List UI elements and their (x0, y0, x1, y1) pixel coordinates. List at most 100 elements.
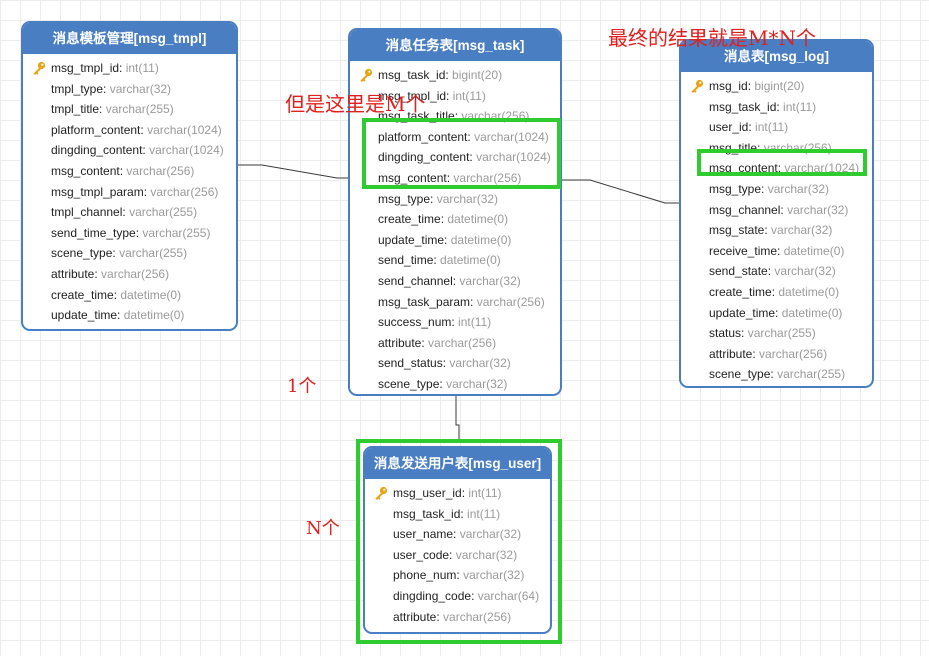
field-row[interactable]: receive_time: datetime(0) (709, 241, 872, 262)
field-row[interactable]: update_time: datetime(0) (378, 230, 560, 251)
relation-line-task-log (562, 179, 680, 204)
field-row[interactable]: scene_type: varchar(32) (378, 374, 560, 394)
field-separator: : (99, 102, 106, 117)
field-row[interactable]: send_time: datetime(0) (378, 250, 560, 271)
field-row[interactable]: attribute: varchar(256) (378, 333, 560, 354)
field-row[interactable]: platform_content: varchar(1024) (51, 120, 236, 141)
field-row[interactable]: msg_type: varchar(32) (709, 179, 872, 200)
field-type: varchar(256) (150, 184, 219, 199)
field-name: msg_state (709, 223, 765, 238)
field-row[interactable]: msg_type: varchar(32) (378, 189, 560, 210)
field-separator: : (470, 294, 477, 309)
field-type: int(11) (783, 99, 817, 114)
field-row[interactable]: scene_type: varchar(255) (51, 243, 236, 264)
field-name: scene_type (378, 376, 440, 391)
field-type: varchar(256) (101, 266, 170, 281)
field-separator: : (444, 232, 451, 247)
annotation-n-count: N个 (306, 518, 340, 539)
highlight-msg-user-table (356, 439, 562, 644)
field-name: msg_task_id (378, 68, 446, 82)
field-row[interactable]: tmpl_title: varchar(255) (51, 99, 236, 120)
field-row[interactable]: success_num: int(11) (378, 312, 560, 333)
field-row[interactable]: msg_task_param: varchar(256) (378, 292, 560, 313)
field-type: varchar(256) (759, 346, 828, 361)
field-row[interactable]: attribute: varchar(256) (709, 344, 872, 365)
field-row[interactable]: send_status: varchar(32) (378, 353, 560, 374)
field-name: msg_tmpl_id (51, 61, 120, 75)
field-name: send_time (378, 253, 434, 268)
field-name: msg_channel (709, 202, 781, 217)
field-type: int(11) (755, 120, 789, 135)
field-row[interactable]: msg_content: varchar(256) (51, 161, 236, 182)
field-name: update_time (51, 308, 118, 323)
field-type: bigint(20) (452, 68, 503, 82)
field-row[interactable]: msg_task_id: int(11) (709, 97, 872, 118)
field-separator: : (775, 305, 782, 320)
field-name: msg_task_param (378, 294, 471, 309)
primary-key-icon (691, 79, 704, 93)
table-msg-log[interactable]: 消息表[msg_log] msg_id: bigint(20) msg_task_… (679, 39, 874, 388)
field-type: varchar(32) (787, 202, 849, 217)
field-type: datetime(0) (783, 243, 845, 258)
field-name: platform_content (51, 122, 141, 137)
field-name: create_time (378, 212, 441, 227)
relation-line-tmpl-task (238, 164, 350, 179)
field-name: update_time (378, 232, 445, 247)
field-row[interactable]: msg_tmpl_param: varchar(256) (51, 182, 236, 203)
field-type: varchar(255) (119, 246, 188, 261)
field-row[interactable]: create_time: datetime(0) (51, 285, 236, 306)
field-row[interactable]: msg_task_id: bigint(20) (360, 65, 560, 86)
field-name: create_time (51, 287, 114, 302)
field-type: varchar(32) (771, 223, 833, 238)
field-separator: : (777, 243, 784, 258)
field-type: varchar(255) (105, 102, 174, 117)
field-name: update_time (709, 305, 776, 320)
field-name: msg_task_id (709, 99, 777, 114)
field-row[interactable]: send_state: varchar(32) (709, 261, 872, 282)
field-row[interactable]: scene_type: varchar(255) (709, 364, 872, 385)
field-row[interactable]: send_time_type: varchar(255) (51, 223, 236, 244)
field-name: send_time_type (51, 225, 136, 240)
field-row[interactable]: update_time: datetime(0) (709, 303, 872, 324)
field-name: scene_type (51, 246, 113, 261)
field-row[interactable]: tmpl_channel: varchar(255) (51, 202, 236, 223)
field-row[interactable]: msg_state: varchar(32) (709, 220, 872, 241)
annotation-result: 最终的结果就是M*N个 (608, 26, 816, 50)
field-list: msg_tmpl_id: int(11) tmpl_type: varchar(3… (23, 54, 236, 326)
field-row[interactable]: update_time: datetime(0) (51, 305, 236, 326)
table-msg-tmpl[interactable]: 消息模板管理[msg_tmpl] msg_tmpl_id: int(11) tmp… (21, 21, 238, 331)
field-type: datetime(0) (120, 287, 182, 302)
field-name: msg_tmpl_param (51, 184, 144, 199)
field-row[interactable]: msg_id: bigint(20) (691, 76, 872, 97)
field-type: varchar(255) (129, 205, 198, 220)
table-title: 消息模板管理[msg_tmpl] (23, 23, 236, 54)
field-separator: : (119, 61, 126, 75)
field-row[interactable]: tmpl_type: varchar(32) (51, 79, 236, 100)
table-title: 消息任务表[msg_task] (350, 30, 560, 61)
field-row[interactable]: attribute: varchar(256) (51, 264, 236, 285)
field-type: int(11) (458, 315, 492, 330)
field-type: datetime(0) (123, 308, 185, 323)
field-type: varchar(1024) (147, 122, 222, 137)
field-type: int(11) (452, 88, 486, 103)
field-type: varchar(1024) (149, 143, 224, 158)
field-type: bigint(20) (754, 79, 805, 93)
field-name: tmpl_type (51, 81, 104, 96)
field-name: send_status (378, 356, 443, 371)
field-type: varchar(256) (476, 294, 545, 309)
field-separator: : (741, 326, 748, 341)
field-row[interactable]: user_id: int(11) (709, 117, 872, 138)
field-row[interactable]: status: varchar(255) (709, 323, 872, 344)
primary-key-icon (33, 61, 46, 75)
field-row[interactable]: create_time: datetime(0) (709, 282, 872, 303)
field-name: create_time (709, 284, 772, 299)
field-row[interactable]: create_time: datetime(0) (378, 209, 560, 230)
field-row[interactable]: dingding_content: varchar(1024) (51, 140, 236, 161)
field-row[interactable]: msg_channel: varchar(32) (709, 200, 872, 221)
field-name: msg_type (378, 191, 431, 206)
field-row[interactable]: msg_tmpl_id: int(11) (33, 58, 236, 79)
field-type: varchar(32) (774, 264, 836, 279)
field-row[interactable]: send_channel: varchar(32) (378, 271, 560, 292)
table-msg-task[interactable]: 消息任务表[msg_task] msg_task_id: bigint(20) m… (348, 28, 562, 396)
field-type: varchar(32) (767, 181, 830, 196)
